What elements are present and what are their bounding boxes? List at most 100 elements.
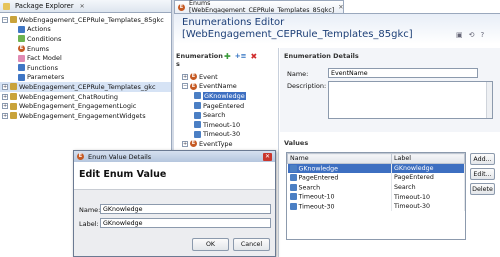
close-icon[interactable]: ✕ — [80, 3, 85, 10]
tree-item-engagement-logic[interactable]: + WebEngagement_EngagementLogic — [0, 101, 171, 111]
close-icon[interactable]: ✕ — [338, 4, 343, 11]
tree-item-parameters[interactable]: Parameters — [0, 73, 171, 83]
tree-item-label: Actions — [27, 25, 51, 34]
expand-icon[interactable]: + — [2, 83, 8, 90]
package-explorer-title: Package Explorer — [15, 2, 74, 10]
tree-item-project-gkc[interactable]: + WebEngagement_CEPRule_Templates_gkc — [0, 82, 171, 92]
expand-icon[interactable]: + — [2, 93, 8, 100]
editor-title-line1: Enumerations Editor — [182, 17, 285, 28]
collapse-icon[interactable]: − — [2, 16, 8, 23]
column-header-label[interactable]: Label — [391, 153, 465, 164]
tree-item-label: Timeout-30 — [203, 130, 241, 139]
project-icon — [10, 102, 17, 110]
table-row[interactable]: Search Search — [287, 182, 465, 193]
table-row[interactable]: PageEntered PageEntered — [287, 173, 465, 183]
tree-item-conditions[interactable]: Conditions — [0, 34, 171, 44]
tree-item-engagement-widgets[interactable]: + WebEngagement_EngagementWidgets — [0, 111, 171, 121]
fact-model-icon — [18, 54, 25, 62]
tree-item-label: Parameters — [27, 73, 65, 82]
description-scrollbar[interactable] — [486, 82, 492, 118]
column-header-name[interactable]: Name — [287, 153, 392, 164]
table-row[interactable]: Timeout-10 Timeout-10 — [287, 192, 465, 202]
tree-item-pageentered[interactable]: PageEntered — [182, 101, 280, 111]
dialog-title-bar[interactable]: E Enum Value Details ✕ — [74, 151, 275, 162]
expand-icon[interactable]: + — [2, 103, 8, 110]
add-value-icon[interactable]: +≡ — [235, 52, 247, 61]
tree-item-functions[interactable]: Functions — [0, 63, 171, 73]
expand-icon[interactable]: + — [182, 73, 188, 80]
close-icon[interactable]: ✕ — [263, 152, 272, 161]
enumerations-section-title: Enumeration s — [176, 52, 223, 68]
table-row[interactable]: GKnowledge GKnowledge — [287, 163, 465, 174]
cell-label: PageEntered — [391, 173, 465, 183]
tree-item-timeout-10[interactable]: Timeout-10 — [182, 120, 280, 130]
tree-item-label: PageEntered — [203, 101, 245, 110]
tree-item-label: EventName — [199, 82, 237, 91]
cancel-button[interactable]: Cancel — [233, 238, 270, 251]
values-table: Name Label GKnowledge GKnowledge PageEnt… — [286, 152, 466, 240]
enum-icon: E — [190, 73, 197, 81]
refresh-icon[interactable]: ⟲ — [469, 31, 475, 39]
delete-value-button[interactable]: Delete — [470, 183, 495, 195]
cell-name: Timeout-10 — [298, 193, 335, 201]
functions-icon — [18, 64, 25, 72]
tree-item-event[interactable]: + E Event — [182, 72, 280, 82]
tree-item-chat-routing[interactable]: + WebEngagement_ChatRouting — [0, 92, 171, 102]
tree-item-project-85gkc[interactable]: − WebEngagement_CEPRule_Templates_85gkc — [0, 15, 171, 25]
tree-item-label: Conditions — [27, 34, 62, 43]
tree-item-label: Event — [199, 72, 218, 81]
enum-value-dialog: E Enum Value Details ✕ Edit Enum Value N… — [73, 150, 276, 257]
enum-icon: E — [178, 3, 185, 11]
help-icon[interactable]: ? — [481, 31, 485, 39]
tree-item-actions[interactable]: Actions — [0, 25, 171, 35]
enum-icon: E — [18, 45, 25, 53]
project-icon — [10, 83, 17, 91]
editor-tab[interactable]: E Enums [WebEngagement_CEPRule_Templates… — [174, 0, 344, 14]
expand-icon[interactable]: + — [2, 112, 8, 119]
edit-value-button[interactable]: Edit... — [470, 168, 495, 180]
tree-item-enums[interactable]: E Enums — [0, 44, 171, 54]
cell-label: Timeout-10 — [391, 192, 465, 202]
table-row[interactable]: Timeout-30 Timeout-30 — [287, 201, 465, 212]
enum-value-icon — [194, 121, 201, 129]
expand-icon[interactable]: + — [182, 140, 188, 147]
tree-item-label: Timeout-10 — [203, 120, 241, 129]
cell-label: Timeout-30 — [391, 201, 465, 212]
parameters-icon — [18, 73, 25, 81]
tree-item-gknowledge[interactable]: GKnowledge — [182, 91, 280, 101]
editor-title-line2: [WebEngagement_CEPRule_Templates_85gkc] — [182, 28, 413, 40]
tree-item-timeout-30[interactable]: Timeout-30 — [182, 130, 280, 140]
dialog-name-label: Name: — [79, 206, 101, 214]
enum-value-icon — [289, 202, 297, 210]
enum-icon: E — [190, 140, 197, 148]
tree-item-label: WebEngagement_ChatRouting — [19, 92, 118, 101]
add-value-button[interactable]: Add... — [470, 153, 495, 165]
tree-item-search[interactable]: Search — [182, 110, 280, 120]
enum-icon: E — [77, 153, 84, 160]
tree-item-fact-model[interactable]: Fact Model — [0, 53, 171, 63]
tree-item-eventname[interactable]: − E EventName — [182, 82, 280, 92]
ok-button[interactable]: OK — [192, 238, 229, 251]
tree-item-label: Functions — [27, 63, 59, 72]
dialog-heading: Edit Enum Value — [79, 169, 167, 180]
description-field[interactable] — [328, 81, 493, 119]
delete-icon[interactable]: ✖ — [250, 52, 257, 61]
editor-title: Enumerations Editor [WebEngagement_CEPRu… — [182, 17, 413, 40]
tree-item-eventtype[interactable]: + E EventType — [182, 139, 280, 149]
dialog-label-input[interactable] — [100, 218, 271, 228]
tree-item-label: EventType — [199, 139, 233, 148]
enum-icon: E — [190, 82, 197, 90]
project-icon — [10, 112, 17, 120]
tree-item-label: WebEngagement_EngagementLogic — [19, 102, 137, 111]
package-explorer-tab[interactable]: Package Explorer ✕ — [0, 0, 171, 13]
save-icon[interactable]: ▣ — [456, 31, 463, 39]
collapse-icon[interactable]: − — [182, 83, 188, 90]
conditions-icon — [18, 35, 25, 43]
description-label: Description: — [287, 82, 327, 90]
dialog-name-input[interactable] — [100, 204, 271, 214]
enum-name-input[interactable] — [328, 68, 478, 78]
package-explorer-icon — [3, 2, 10, 10]
add-icon[interactable]: ✚ — [224, 52, 231, 61]
enum-tree: + E Event − E EventName GKnowledge PageE… — [182, 72, 280, 150]
tree-item-label: WebEngagement_CEPRule_Templates_85gkc — [19, 15, 164, 24]
